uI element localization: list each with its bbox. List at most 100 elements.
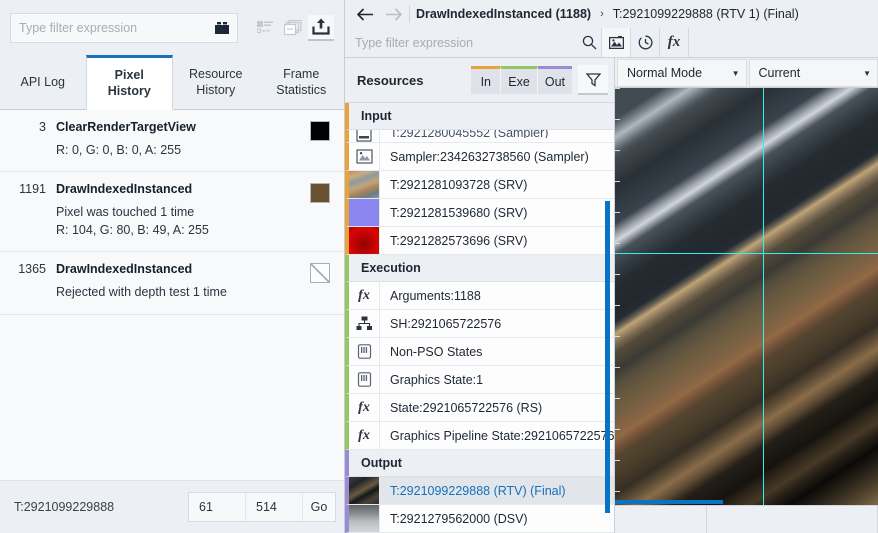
history-event-detail: Pixel was touched 1 time — [56, 205, 195, 220]
chevron-right-icon: › — [600, 8, 604, 20]
segment-out[interactable]: Out — [537, 66, 572, 94]
segment-exe[interactable]: Exe — [501, 66, 538, 94]
arrow-right-icon[interactable] — [379, 0, 407, 28]
bottom-bar-cell — [615, 506, 707, 533]
history-event-detail: Rejected with depth test 1 time — [56, 285, 227, 300]
frame-dropdown-value: Current — [758, 66, 801, 80]
image-icon[interactable] — [601, 28, 630, 57]
list-item[interactable]: Graphics State:1 — [345, 366, 614, 394]
texture-thumb-tan — [349, 171, 380, 198]
bottom-bar-cell — [707, 506, 878, 533]
application-window: API Log Pixel History Resource History F… — [0, 0, 878, 533]
list-item[interactable]: fx Arguments:1188 — [345, 282, 614, 310]
list-item-label: T:2921281093728 (SRV) — [390, 177, 528, 192]
list-item[interactable]: T:2921281093728 (SRV) — [345, 171, 614, 199]
mode-dropdown-value: Normal Mode — [627, 66, 703, 80]
render-target-image-overlay — [615, 88, 878, 533]
resources-scroll-area[interactable]: Input T:2921280045552 (Sampler) Sampler:… — [345, 103, 614, 533]
resources-vertical-scrollbar[interactable] — [605, 201, 610, 513]
segment-in[interactable]: In — [471, 66, 502, 94]
list-item-label: Sampler:2342632738560 (Sampler) — [390, 149, 589, 164]
inspector-area: DrawIndexedInstanced (1188) › T:29210992… — [345, 0, 878, 533]
history-event-id: 1365 — [18, 262, 46, 277]
pixel-inspector-canvas[interactable] — [615, 88, 878, 533]
resources-header: Resources In Exe Out — [345, 58, 614, 103]
filter-expression-box[interactable] — [10, 12, 238, 43]
breadcrumb-item-draw[interactable]: DrawIndexedInstanced (1188) — [412, 7, 595, 21]
search-field-wrap[interactable] — [345, 28, 601, 57]
details-list-icon[interactable] — [252, 15, 278, 41]
list-item-label: State:2921065722576 (RS) — [390, 400, 543, 415]
tab-frame-statistics[interactable]: Frame Statistics — [259, 55, 345, 110]
left-toolbar — [0, 0, 344, 55]
image-viewer-panel: Normal Mode ▼ Current ▼ — [615, 58, 878, 533]
resource-filter-segments: In Exe Out — [471, 66, 572, 94]
coordinate-inputs[interactable]: 61 514 Go — [188, 492, 336, 522]
funnel-icon[interactable] — [578, 65, 608, 95]
history-event-title: ClearRenderTargetView — [56, 120, 196, 134]
viewer-toolbar: Normal Mode ▼ Current ▼ — [615, 58, 878, 88]
section-header-output: Output — [345, 450, 614, 477]
list-item[interactable]: T:2921281539680 (SRV) — [345, 199, 614, 227]
tab-label-line1: Pixel — [114, 67, 144, 82]
list-item-label: T:2921281539680 (SRV) — [390, 205, 528, 220]
crosshair-vertical — [763, 88, 764, 533]
tab-pixel-history[interactable]: Pixel History — [85, 55, 173, 110]
color-swatch — [310, 121, 330, 141]
list-item[interactable]: fx Graphics Pipeline State:2921065722576 — [345, 422, 614, 450]
fx-icon[interactable]: fx — [659, 28, 688, 57]
coord-y-input[interactable]: 514 — [246, 493, 303, 521]
history-event-title: DrawIndexedInstanced — [56, 262, 193, 277]
section-header-execution: Execution — [345, 255, 614, 282]
list-item-label: Graphics State:1 — [390, 372, 484, 387]
canvas-horizontal-scrollbar[interactable] — [615, 500, 723, 504]
coord-x-input[interactable]: 61 — [189, 493, 246, 521]
search-bar-spacer — [688, 28, 878, 57]
pixel-history-list[interactable]: 3 ClearRenderTargetView R: 0, G: 0, B: 0… — [0, 110, 344, 480]
list-item[interactable]: Sampler:2342632738560 (Sampler) — [345, 143, 614, 171]
resource-search-bar: fx — [345, 28, 878, 58]
pixel-coordinate-bar: T:2921099229888 61 514 Go — [0, 480, 344, 533]
history-event-title: DrawIndexedInstanced — [56, 182, 193, 197]
clock-icon[interactable] — [630, 28, 659, 57]
mode-dropdown[interactable]: Normal Mode ▼ — [617, 59, 747, 87]
table-row[interactable]: 1365 DrawIndexedInstanced Rejected with … — [0, 252, 344, 315]
frame-dropdown[interactable]: Current ▼ — [748, 59, 878, 87]
tab-resource-history[interactable]: Resource History — [173, 55, 259, 110]
list-item-label[interactable]: T:2921099229888 (RTV) (Final) — [380, 484, 566, 498]
filter-input[interactable] — [19, 20, 215, 35]
breadcrumb-item-resource[interactable]: T:2921099229888 (RTV 1) (Final) — [609, 7, 803, 21]
fx-icon: fx — [349, 282, 380, 309]
tab-label-line2: Statistics — [276, 82, 327, 97]
filter-icon[interactable] — [215, 21, 229, 34]
list-item[interactable]: SH:2921065722576 — [345, 310, 614, 338]
search-input[interactable] — [355, 35, 582, 50]
tab-label: Pixel History — [108, 68, 151, 99]
export-icon[interactable] — [308, 14, 334, 41]
fx-icon: fx — [349, 422, 380, 449]
inspector-lower: Resources In Exe Out Input T:29212800455… — [345, 58, 878, 533]
image-thumb-icon — [349, 130, 380, 142]
color-swatch — [310, 183, 330, 204]
table-row[interactable]: 3 ClearRenderTargetView R: 0, G: 0, B: 0… — [0, 110, 344, 173]
copy-windows-icon[interactable] — [280, 15, 306, 41]
arrow-left-icon[interactable] — [351, 0, 379, 28]
history-event-detail: R: 0, G: 0, B: 0, A: 255 — [56, 143, 182, 157]
list-item[interactable]: T:2921282573696 (SRV) — [345, 227, 614, 255]
texture-thumb-red — [349, 227, 380, 254]
dsv-thumb-icon — [349, 505, 380, 532]
list-item-label: SH:2921065722576 — [390, 316, 502, 331]
go-button[interactable]: Go — [303, 493, 335, 521]
crosshair-horizontal — [615, 253, 878, 254]
tab-api-log[interactable]: API Log — [0, 55, 86, 110]
table-row[interactable]: 1191 DrawIndexedInstanced Pixel was touc… — [0, 172, 344, 253]
list-item-label: Arguments:1188 — [390, 288, 481, 303]
divider — [409, 5, 410, 23]
search-icon[interactable] — [582, 35, 601, 50]
list-item[interactable]: T:2921280045552 (Sampler) — [345, 130, 614, 143]
list-item[interactable]: T:2921099229888 (RTV) (Final) — [345, 477, 614, 505]
list-item[interactable]: Non-PSO States — [345, 338, 614, 366]
list-item[interactable]: T:2921279562000 (DSV) — [345, 505, 614, 533]
panel-title: Resources — [357, 72, 424, 88]
list-item[interactable]: fx State:2921065722576 (RS) — [345, 394, 614, 422]
